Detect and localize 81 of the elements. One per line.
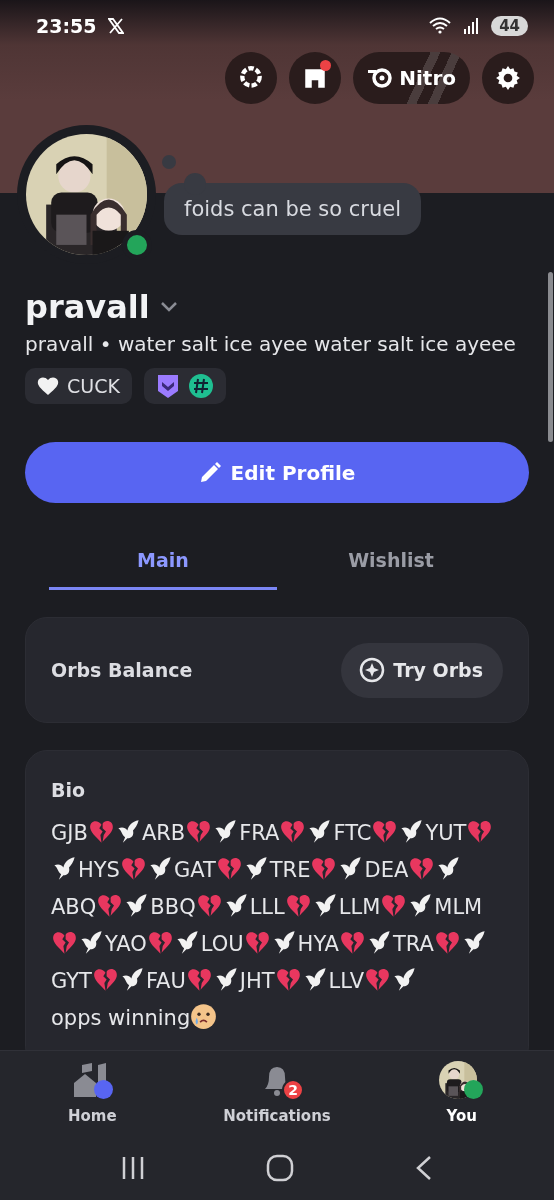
broken-heart-icon: [338, 929, 366, 956]
broken-heart-icon: [91, 966, 119, 993]
bio-word: GYT: [51, 969, 92, 993]
recent-apps-icon[interactable]: [120, 1154, 146, 1181]
nav-tab[interactable]: You: [369, 1051, 554, 1135]
broken-heart-icon: [466, 818, 494, 845]
profile-tab[interactable]: Main: [49, 533, 277, 590]
shield-icon: [155, 373, 180, 399]
bio-title: Bio: [51, 779, 87, 801]
broken-heart-icon: [279, 818, 307, 845]
broken-heart-icon: [310, 855, 338, 882]
bio-word: GAT: [173, 858, 216, 882]
broken-heart-icon: [185, 966, 213, 993]
bio-word: opps winning: [51, 1006, 191, 1030]
bio-word: MLM: [434, 895, 483, 919]
bio-word: GJB: [51, 821, 88, 845]
settings-icon: [495, 65, 521, 91]
status-bubble: foids can be so cruel: [164, 183, 422, 235]
nav-tab[interactable]: 2 Notifications: [184, 1051, 370, 1135]
broken-heart-icon: [274, 966, 302, 993]
bio-word: JHT: [239, 969, 275, 993]
broken-heart-icon: [146, 929, 174, 956]
bio-word: FRA: [239, 821, 280, 845]
edit-profile-button[interactable]: Edit Profile: [25, 442, 529, 503]
broken-heart-icon: [408, 855, 436, 882]
broken-heart-icon: [243, 929, 271, 956]
broken-heart-icon: [87, 818, 115, 845]
bio-word: HYS: [78, 858, 120, 882]
bio-word: DEA: [364, 858, 409, 882]
chevron-down-icon[interactable]: [159, 301, 178, 313]
bio-word: TRE: [269, 858, 311, 882]
bio-word: BBQ: [150, 895, 196, 919]
badge-tray[interactable]: [143, 368, 226, 404]
clan-name: CUCK: [67, 375, 120, 397]
broken-heart-icon: [51, 929, 78, 956]
bio-word: LLV: [328, 969, 365, 993]
broken-heart-icon: [433, 929, 461, 956]
settings-button[interactable]: [482, 52, 534, 104]
broken-heart-icon: [215, 855, 243, 882]
bio-word: TRA: [392, 932, 434, 956]
profile-subtitle: pravall • water salt ice ayee water salt ice ayeee: [25, 332, 517, 356]
wreath-icon: [238, 65, 265, 91]
broken-heart-icon: [364, 966, 392, 993]
shop-button[interactable]: [289, 52, 342, 104]
nav-tab[interactable]: Home: [0, 1051, 185, 1135]
broken-heart-icon: [371, 818, 399, 845]
broken-heart-icon: [380, 892, 408, 919]
bio-word: HYA: [297, 932, 339, 956]
crying-face-icon: [190, 1003, 218, 1030]
nitro-button[interactable]: Nitro: [353, 52, 470, 104]
orb-icon: [359, 657, 386, 683]
bio-word: LLM: [338, 895, 381, 919]
broken-heart-icon: [96, 892, 124, 919]
signal-icon: [463, 18, 480, 34]
hashtag-icon: [187, 373, 214, 399]
clan-tag[interactable]: CUCK: [25, 368, 132, 404]
broken-heart-icon: [185, 818, 213, 845]
wifi-icon: [429, 17, 452, 35]
nitro-icon: [367, 67, 394, 89]
bio-word: LOU: [200, 932, 244, 956]
quests-button[interactable]: [225, 52, 278, 104]
broken-heart-icon: [195, 892, 223, 919]
orbs-balance-title: Orbs Balance: [51, 659, 193, 681]
bio-word: FTC: [333, 821, 372, 845]
try-orbs-button[interactable]: Try Orbs: [341, 642, 503, 698]
bio-word: ABQ: [51, 895, 97, 919]
profile-tab[interactable]: Wishlist: [277, 533, 505, 590]
bio-word: ARB: [141, 821, 186, 845]
x-logo-icon: [108, 18, 125, 34]
broken-heart-icon: [119, 855, 147, 882]
bio-word: FAU: [145, 969, 186, 993]
notification-count: 2: [282, 1079, 304, 1101]
battery-level: 44: [491, 16, 528, 36]
pencil-icon: [198, 461, 221, 484]
bio-word: YAO: [105, 932, 147, 956]
display-name: pravall: [25, 288, 150, 326]
heart-icon: [37, 376, 59, 396]
broken-heart-icon: [284, 892, 312, 919]
bio-word: LLL: [249, 895, 285, 919]
bio-word: YUT: [425, 821, 467, 845]
status-time: 23:55: [36, 15, 97, 37]
